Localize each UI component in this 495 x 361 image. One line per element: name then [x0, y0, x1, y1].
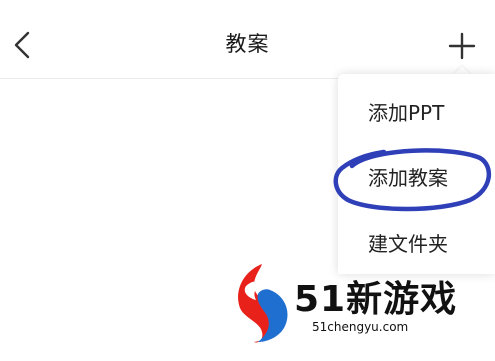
top-bar: 教案 — [0, 0, 495, 79]
menu-item-add-lesson-plan[interactable]: 添加教案 — [338, 153, 495, 203]
add-dropdown-menu: 添加PPT 添加教案 建文件夹 — [338, 74, 495, 274]
site-watermark: 51新游戏 51chengyu.com — [232, 262, 472, 344]
logo-mark-icon — [238, 264, 288, 343]
plus-icon — [448, 32, 476, 60]
add-button[interactable] — [446, 30, 478, 62]
page-title: 教案 — [225, 32, 270, 56]
brand-url: 51chengyu.com — [312, 320, 409, 334]
menu-item-add-ppt[interactable]: 添加PPT — [338, 88, 495, 138]
app-screen: 教案 添加PPT 添加教案 建文件夹 51新游戏 51chengyu.com — [0, 0, 495, 361]
brand-name: 51新游戏 — [294, 279, 458, 320]
